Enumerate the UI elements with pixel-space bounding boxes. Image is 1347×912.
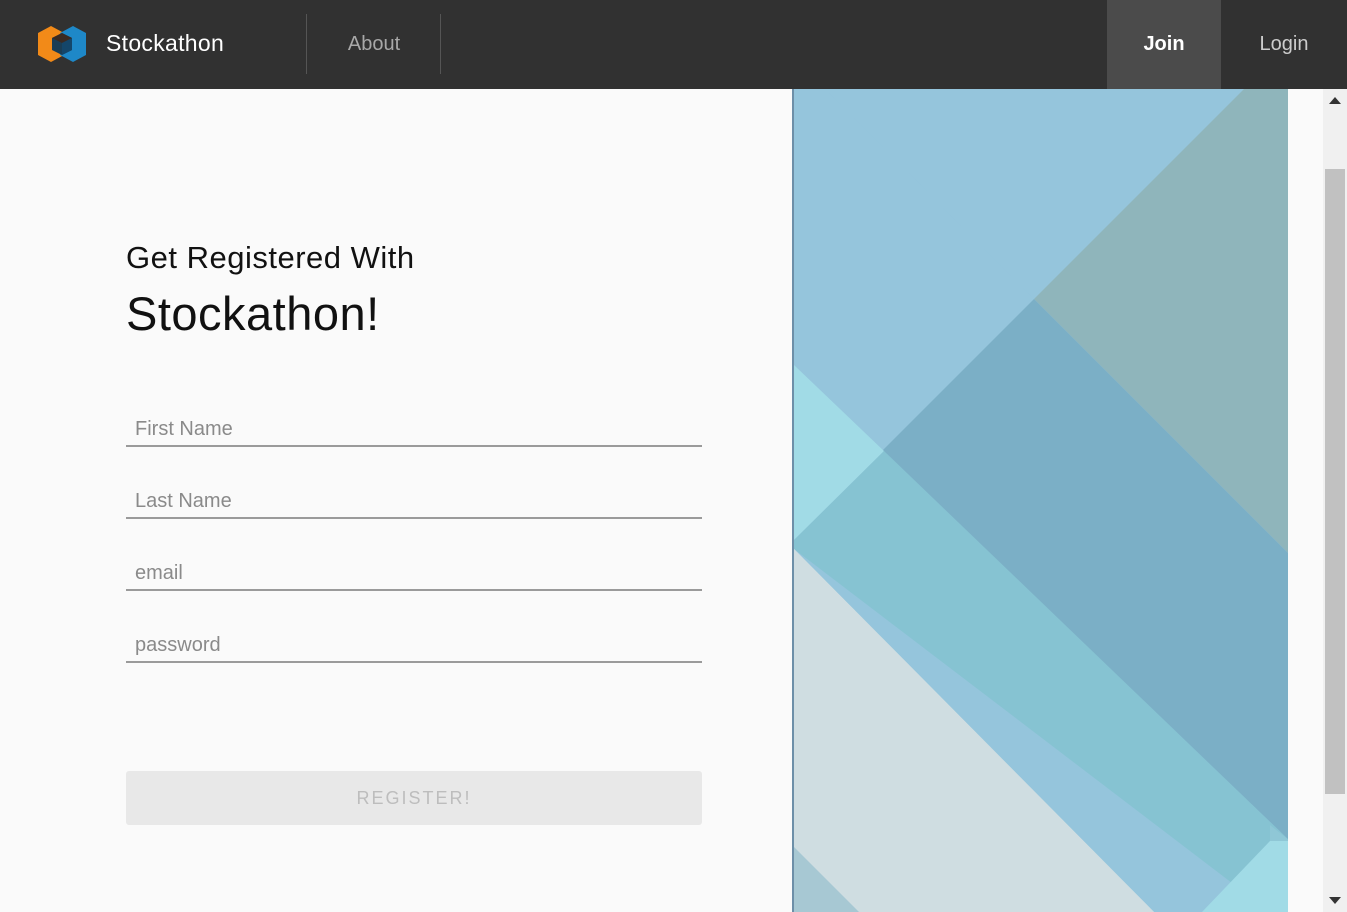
register-button[interactable]: REGISTER! <box>126 771 702 825</box>
scrollbar-thumb[interactable] <box>1325 169 1345 794</box>
decorative-art-panel <box>792 89 1288 912</box>
page-scrollbar[interactable] <box>1323 89 1347 912</box>
top-nav-bar: Stockathon About Join Login <box>0 0 1347 89</box>
email-field <box>126 551 702 591</box>
last-name-field <box>126 479 702 519</box>
geometric-pattern-graphic <box>794 89 1288 912</box>
first-name-input[interactable] <box>126 407 702 445</box>
password-input[interactable] <box>126 623 702 661</box>
scroll-up-arrow-icon[interactable] <box>1329 97 1341 104</box>
form-heading-subtitle: Get Registered With <box>126 240 415 275</box>
nav-login-link[interactable]: Login <box>1221 0 1347 89</box>
last-name-input[interactable] <box>126 479 702 517</box>
brand-name[interactable]: Stockathon <box>106 30 224 57</box>
password-field <box>126 623 702 663</box>
hexagon-logo-icon <box>38 26 86 62</box>
scroll-down-arrow-icon[interactable] <box>1329 897 1341 904</box>
form-heading-title: Stockathon! <box>126 287 380 340</box>
nav-join-link[interactable]: Join <box>1107 0 1221 89</box>
email-input[interactable] <box>126 551 702 589</box>
stockathon-logo-icon[interactable] <box>34 22 92 66</box>
nav-divider <box>306 14 307 74</box>
first-name-field <box>126 407 702 447</box>
nav-about-link[interactable]: About <box>308 0 440 89</box>
nav-divider <box>440 14 441 74</box>
